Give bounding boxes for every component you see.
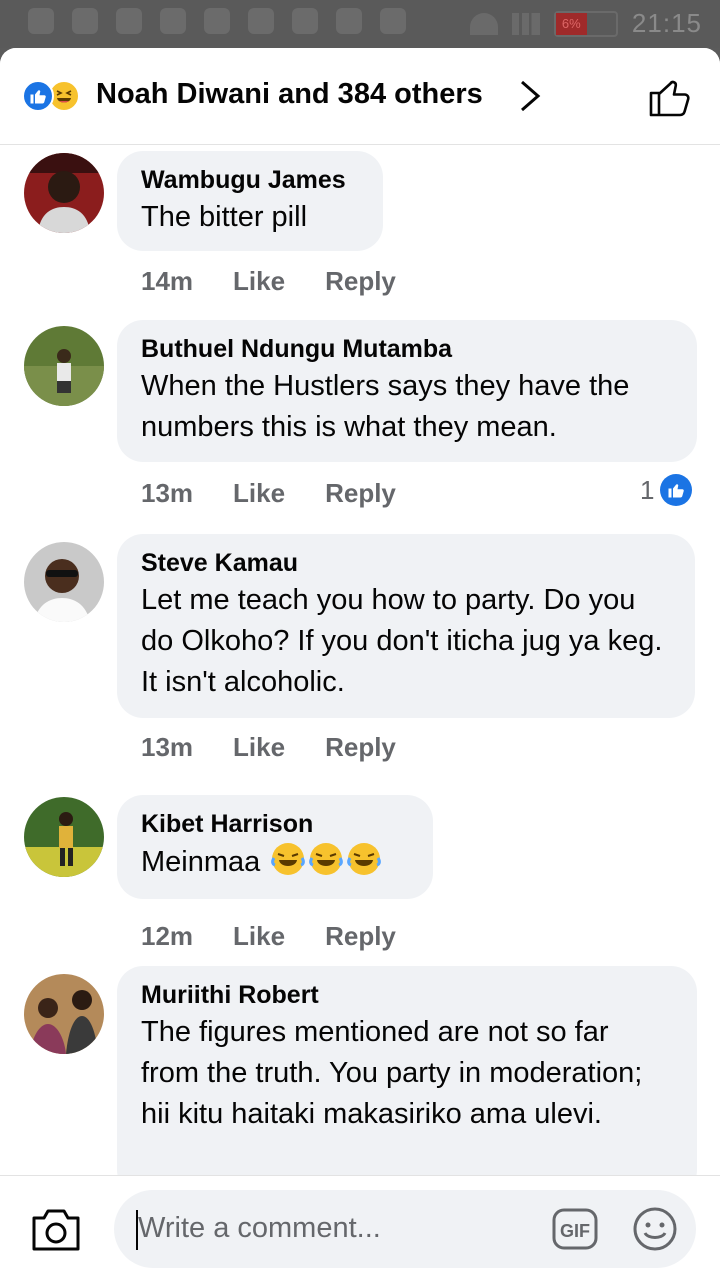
comment-bubble[interactable]: Wambugu James The bitter pill bbox=[117, 151, 383, 251]
reply-button[interactable]: Reply bbox=[325, 732, 396, 763]
comment-composer: Write a comment... GIF bbox=[0, 1175, 720, 1280]
emoji-icon[interactable] bbox=[632, 1206, 678, 1252]
comment-bubble[interactable]: Muriithi Robert The figures mentioned ar… bbox=[117, 966, 697, 1175]
comment-author[interactable]: Muriithi Robert bbox=[141, 980, 673, 1010]
signal-icon bbox=[511, 12, 540, 35]
comment-text: The figures mentioned are not so far fro… bbox=[141, 1016, 643, 1130]
comment-actions: 13m Like Reply bbox=[141, 732, 396, 763]
facebook-icon bbox=[160, 8, 186, 34]
like-button[interactable]: Like bbox=[233, 478, 285, 509]
comment-bubble[interactable]: Buthuel Ndungu Mutamba When the Hustlers… bbox=[117, 320, 697, 462]
reactions-summary[interactable]: Noah Diwani and 384 others bbox=[96, 78, 483, 111]
like-outline-icon[interactable] bbox=[648, 74, 692, 118]
comment-actions: 12m Like Reply bbox=[141, 921, 396, 952]
comment-author[interactable]: Steve Kamau bbox=[141, 548, 671, 578]
comment-text: Let me teach you how to party. Do you do… bbox=[141, 584, 663, 698]
comment-time: 13m bbox=[141, 478, 194, 508]
laughing-crying-emoji-icon bbox=[347, 843, 382, 875]
reaction-count: 1 bbox=[640, 474, 655, 505]
like-button[interactable]: Like bbox=[233, 921, 285, 952]
globe-icon bbox=[336, 8, 362, 34]
comment-list[interactable]: Wambugu James The bitter pill 14m Like R… bbox=[0, 145, 720, 1175]
camera-icon[interactable] bbox=[30, 1206, 82, 1252]
comment-actions: 13m Like Reply bbox=[141, 478, 396, 509]
reactions-header[interactable]: Noah Diwani and 384 others bbox=[0, 48, 720, 145]
sim-icon bbox=[204, 8, 230, 34]
comment-bubble[interactable]: Steve Kamau Let me teach you how to part… bbox=[117, 534, 695, 718]
laughing-crying-emoji-icon bbox=[271, 843, 306, 875]
comments-sheet: Noah Diwani and 384 others Wambugu James… bbox=[0, 48, 720, 1280]
clock: 21:15 bbox=[631, 8, 702, 38]
chevron-right-icon[interactable] bbox=[514, 76, 546, 116]
comment-placeholder[interactable]: Write a comment... bbox=[138, 1212, 381, 1245]
comment-text: Meinmaa bbox=[141, 841, 409, 883]
like-reaction-icon bbox=[660, 474, 693, 506]
comment-author[interactable]: Buthuel Ndungu Mutamba bbox=[141, 334, 673, 364]
add-user-icon bbox=[116, 8, 142, 34]
comment-author[interactable]: Kibet Harrison bbox=[141, 809, 409, 839]
avatar[interactable] bbox=[24, 326, 104, 406]
opera-icon bbox=[380, 8, 406, 34]
battery-level: 6% bbox=[555, 12, 587, 35]
comment-time: 12m bbox=[141, 921, 194, 951]
reply-button[interactable]: Reply bbox=[325, 478, 396, 509]
reply-button[interactable]: Reply bbox=[325, 921, 396, 952]
whatsapp-icon bbox=[248, 8, 274, 34]
notification-icons bbox=[28, 8, 406, 34]
status-bar: 6% 21:15 bbox=[0, 0, 720, 48]
laughing-crying-emoji-icon bbox=[309, 843, 344, 875]
avatar[interactable] bbox=[24, 153, 104, 233]
app-icon bbox=[72, 8, 98, 34]
reaction-icons bbox=[22, 80, 86, 112]
telegram-icon bbox=[292, 8, 318, 34]
comment-text-content: Meinmaa bbox=[141, 846, 261, 878]
like-button[interactable]: Like bbox=[233, 266, 285, 297]
gif-icon[interactable]: GIF bbox=[552, 1208, 598, 1250]
avatar[interactable] bbox=[24, 542, 104, 622]
gif-label: GIF bbox=[560, 1221, 590, 1241]
reply-button[interactable]: Reply bbox=[325, 266, 396, 297]
comment-author[interactable]: Wambugu James bbox=[141, 165, 359, 195]
comment-time: 13m bbox=[141, 732, 194, 762]
wifi-icon bbox=[469, 12, 498, 35]
comment-actions: 14m Like Reply bbox=[141, 266, 396, 297]
comment-bubble[interactable]: Kibet Harrison Meinmaa bbox=[117, 795, 433, 899]
avatar[interactable] bbox=[24, 974, 104, 1054]
like-reaction-icon bbox=[22, 80, 54, 112]
back-icon bbox=[28, 8, 54, 34]
battery-icon: 6% bbox=[553, 10, 618, 37]
comment-text: When the Hustlers says they have the num… bbox=[141, 370, 630, 443]
comment-time: 14m bbox=[141, 266, 194, 296]
comment-reaction-count[interactable]: 1 bbox=[640, 474, 693, 506]
comment-text: The bitter pill bbox=[141, 201, 308, 233]
like-button[interactable]: Like bbox=[233, 732, 285, 763]
comment-input[interactable]: Write a comment... GIF bbox=[114, 1190, 696, 1268]
avatar[interactable] bbox=[24, 797, 104, 877]
